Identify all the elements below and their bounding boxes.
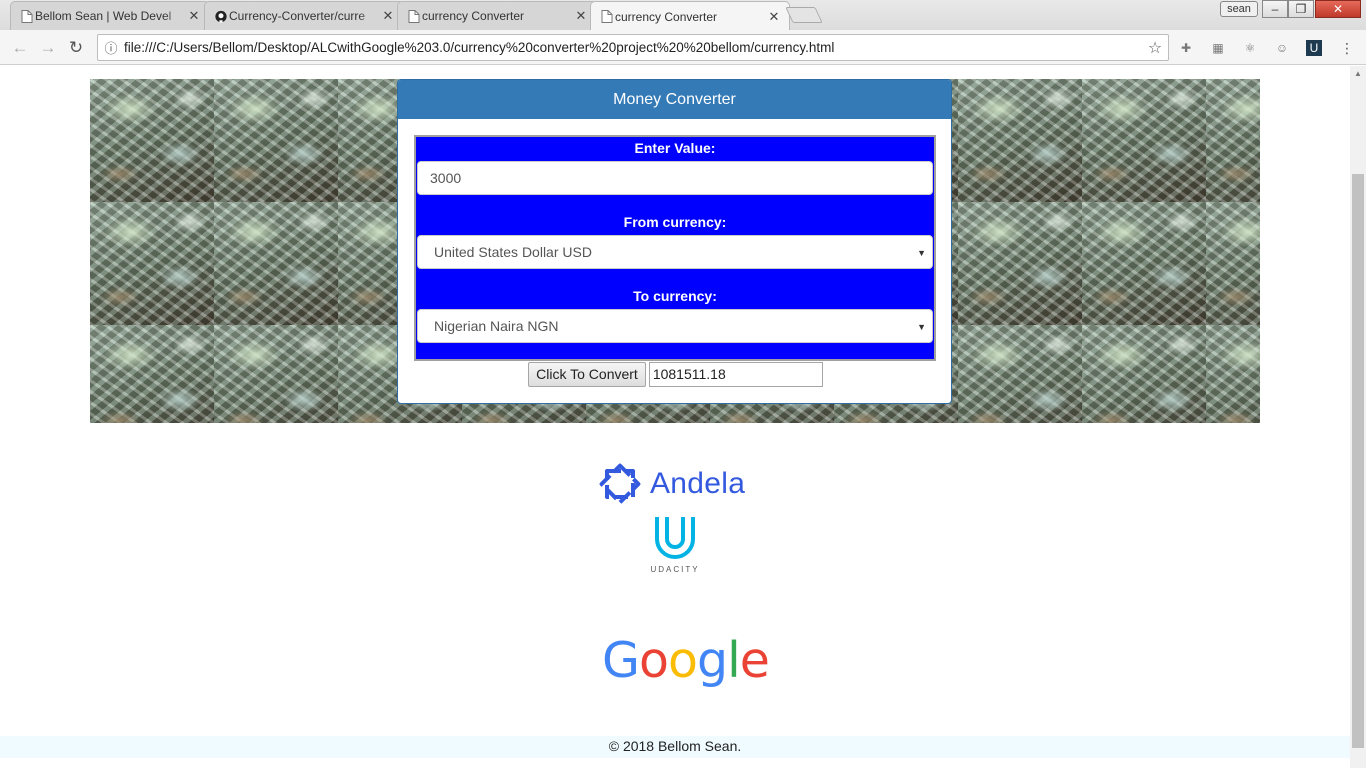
close-icon[interactable]: ✕ [187,9,201,23]
forward-button[interactable]: → [38,38,58,58]
tab-title: Bellom Sean | Web Devel [35,9,172,23]
page-scrollbar[interactable]: ▲ [1350,66,1366,768]
close-icon[interactable]: ✕ [574,9,588,23]
tab-strip: Bellom Sean | Web Devel ✕ Currency-Conve… [0,0,1366,31]
chevron-down-icon: ▼ [917,322,926,332]
to-currency-label: To currency: [633,288,717,304]
udacity-u-icon [655,517,695,559]
tab-title: currency Converter [422,9,525,23]
browser-toolbar: ← → ↻ ⓘ file:///C:/Users/Bellom/Desktop/… [0,30,1366,65]
bookmark-star-icon[interactable]: ☆ [1142,38,1168,58]
convert-button[interactable]: Click To Convert [528,362,646,387]
udacity-extension-icon[interactable]: U [1306,40,1322,56]
close-icon[interactable]: ✕ [767,9,781,24]
to-currency-value: Nigerian Naira NGN [434,318,559,334]
page-viewport: Money Converter Enter Value: 3000 From c… [0,66,1350,768]
profile-button[interactable]: sean [1220,1,1258,17]
convert-row: Click To Convert 1081511.18 [398,362,951,387]
converter-title: Money Converter [398,80,951,119]
converter-panel: Money Converter Enter Value: 3000 From c… [397,79,952,404]
from-currency-value: United States Dollar USD [434,244,592,260]
result-output[interactable]: 1081511.18 [648,362,823,387]
restore-button[interactable]: ❐ [1288,0,1314,18]
puzzle-extension-icon[interactable]: ✚ [1178,40,1194,56]
tab-title: Currency-Converter/curre [229,9,366,23]
new-tab-button[interactable] [785,7,823,23]
page-icon [408,10,420,23]
tab-currency-converter-active[interactable]: currency Converter ✕ [590,1,790,31]
minimize-button[interactable]: – [1262,0,1288,18]
chevron-down-icon: ▼ [917,248,926,258]
github-icon [215,10,227,23]
close-icon[interactable]: ✕ [381,9,395,23]
menu-icon[interactable]: ⋮ [1340,40,1354,56]
react-extension-icon[interactable]: ⚛ [1242,40,1258,56]
value-input-text: 3000 [430,170,462,186]
page-icon [601,10,613,23]
value-label: Enter Value: [634,140,716,156]
info-icon[interactable]: ⓘ [98,38,124,57]
udacity-wordmark: UDACITY [650,565,700,574]
scroll-up-icon[interactable]: ▲ [1350,66,1366,82]
tab-currency-converter-1[interactable]: currency Converter ✕ [397,1,597,30]
andela-star-icon [599,463,641,505]
converter-form: Enter Value: 3000 From currency: United … [414,135,936,361]
andela-logo: Andela [598,462,745,506]
close-window-button[interactable]: ✕ [1315,0,1361,18]
to-currency-select[interactable]: Nigerian Naira NGN ▼ [417,309,933,343]
scroll-thumb[interactable] [1352,174,1364,748]
address-bar[interactable]: ⓘ file:///C:/Users/Bellom/Desktop/ALCwit… [97,34,1169,61]
google-logo: Google [602,632,770,689]
reload-button[interactable]: ↻ [66,38,86,58]
andela-wordmark: Andela [650,467,746,500]
from-currency-select[interactable]: United States Dollar USD ▼ [417,235,933,269]
back-button[interactable]: ← [10,38,30,58]
page-icon [21,10,33,23]
footer-copyright: © 2018 Bellom Sean. [0,736,1350,758]
url-text: file:///C:/Users/Bellom/Desktop/ALCwithG… [124,40,835,55]
qr-extension-icon[interactable]: ▦ [1210,40,1226,56]
tab-bellom-sean[interactable]: Bellom Sean | Web Devel ✕ [10,1,210,30]
from-currency-label: From currency: [623,214,727,230]
tab-title: currency Converter [615,9,718,24]
tab-github[interactable]: Currency-Converter/curre ✕ [204,1,404,30]
udacity-logo: UDACITY [640,514,710,574]
ghost-extension-icon[interactable]: ☺ [1274,40,1290,56]
value-input[interactable]: 3000 [417,161,933,195]
